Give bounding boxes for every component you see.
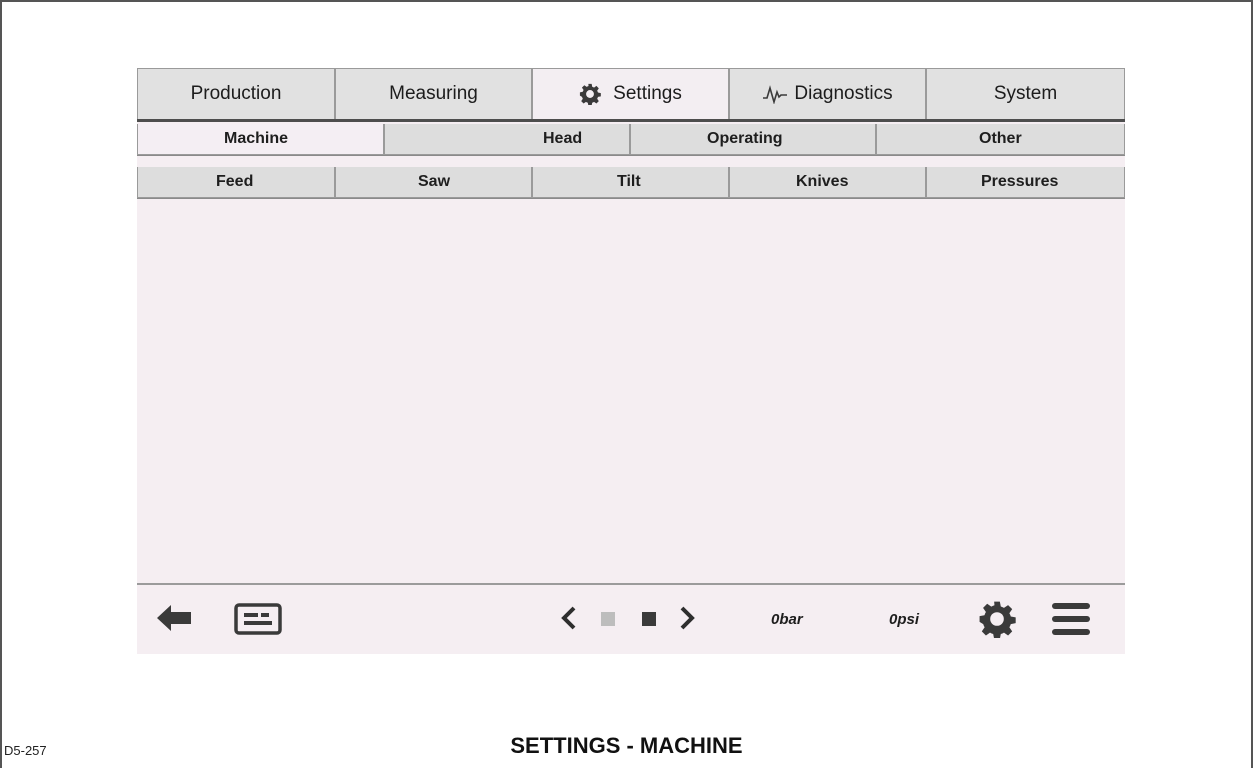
tab-system[interactable]: System (926, 68, 1125, 119)
tab-measuring[interactable]: Measuring (335, 68, 532, 119)
sub-tab-bar-secondary: Feed Saw Tilt Knives Pressures (137, 167, 1125, 199)
subtab-other[interactable]: Other (876, 124, 1125, 155)
tab-label: Settings (613, 83, 682, 104)
figure-caption: SETTINGS - MACHINE (510, 733, 743, 758)
gear-icon (579, 83, 601, 105)
page-indicator-active (642, 612, 656, 626)
subtab-label: Machine (224, 130, 289, 147)
tab-settings[interactable]: Settings (532, 68, 729, 119)
pressure-bar-readout: 0bar (771, 610, 803, 628)
subtab-machine[interactable]: Machine (137, 124, 384, 155)
tab-production[interactable]: Production (137, 68, 335, 119)
tab-label: System (993, 83, 1058, 104)
subtab-label: Pressures (981, 173, 1059, 190)
subtab-label: Tilt (617, 173, 641, 190)
subtab-label: Saw (418, 173, 451, 190)
sub-tab-bar-primary: Machine Head Operating Other (137, 124, 1125, 156)
subtab-label: Feed (216, 173, 254, 190)
subtab-label: Head (543, 130, 583, 147)
keyboard-icon[interactable] (234, 603, 282, 635)
settings-content-area (137, 200, 1125, 583)
tab-label: Measuring (389, 83, 478, 104)
tab-diagnostics[interactable]: Diagnostics (729, 68, 926, 119)
subtab-saw[interactable]: Saw (335, 167, 532, 198)
hmi-screen: Production Measuring Settings Diagnostic… (137, 68, 1125, 654)
bottom-toolbar: 0bar 0psi (137, 583, 1125, 654)
hamburger-menu-icon[interactable] (1051, 599, 1091, 639)
tab-label: Diagnostics (794, 83, 893, 104)
gear-icon[interactable] (977, 599, 1017, 639)
subtab-pressures[interactable]: Pressures (926, 167, 1125, 198)
tab-label: Production (190, 83, 282, 104)
subtab-label: Other (979, 130, 1022, 147)
subtab-head[interactable]: Head (384, 124, 630, 155)
chevron-left-icon[interactable] (559, 605, 579, 631)
page-indicator-inactive (601, 612, 615, 626)
pulse-icon (762, 84, 788, 104)
subtab-tilt[interactable]: Tilt (532, 167, 729, 198)
sub-tab-separator (137, 156, 1125, 167)
subtab-operating[interactable]: Operating (630, 124, 876, 155)
arrow-left-icon[interactable] (157, 603, 191, 633)
pressure-psi-readout: 0psi (889, 610, 920, 628)
chevron-right-icon[interactable] (677, 605, 697, 631)
subtab-label: Operating (707, 130, 783, 147)
subtab-feed[interactable]: Feed (137, 167, 335, 198)
main-tab-bar: Production Measuring Settings Diagnostic… (137, 68, 1125, 122)
subtab-knives[interactable]: Knives (729, 167, 926, 198)
subtab-label: Knives (796, 173, 849, 190)
